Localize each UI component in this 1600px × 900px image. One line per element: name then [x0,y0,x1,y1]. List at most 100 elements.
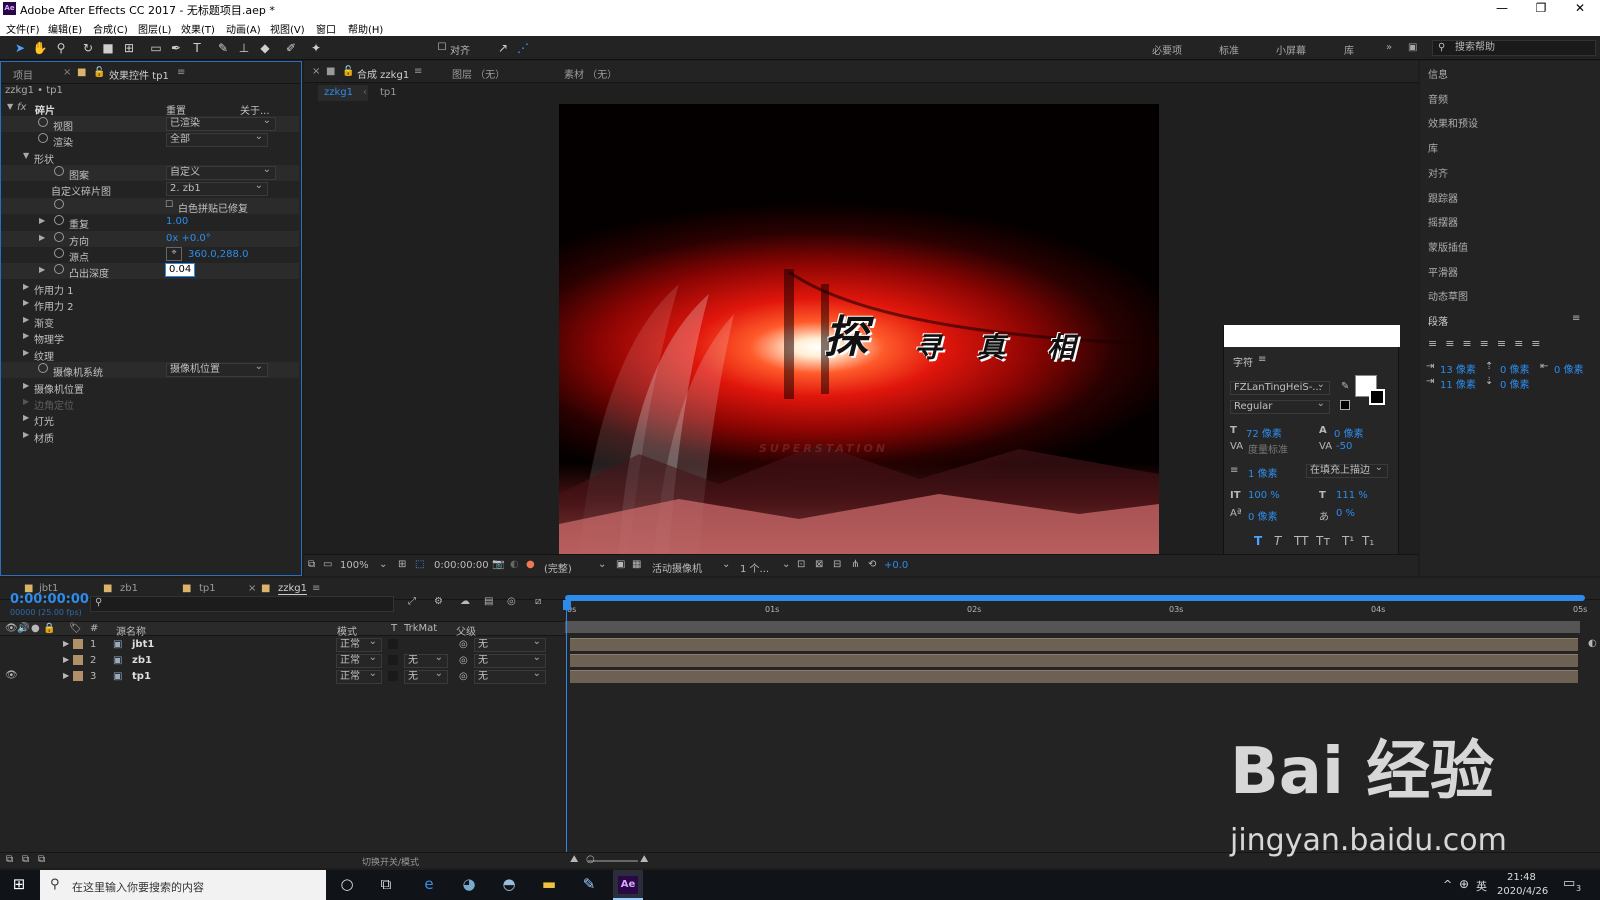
tab-tp1[interactable]: tp1 [199,583,216,594]
font-style-dropdown[interactable]: Regular [1230,398,1330,414]
black-swatch[interactable] [1340,400,1350,410]
font-family-dropdown[interactable]: FZLanTingHeiS-... [1230,379,1330,395]
workspace-menu-icon[interactable]: ▣ [1408,42,1417,53]
motion-blur-icon[interactable]: ◎ [507,596,516,607]
region-of-interest-icon[interactable]: ⬚ [415,559,424,570]
layer-search-input[interactable]: ⚲ [90,596,394,612]
indent-right-value[interactable]: 0 像素 [1554,361,1584,376]
font-size-value[interactable]: 72 像素 [1246,425,1282,440]
type-tool-icon[interactable]: T [189,40,205,56]
more-workspaces-icon[interactable]: » [1386,42,1392,53]
lock-icon[interactable]: 🔓 [342,66,354,77]
zoom-slider-handle-icon[interactable]: ○ [586,854,595,865]
direction-value[interactable]: 0x +0.0° [166,233,211,244]
network-icon[interactable]: ⊕ [1459,877,1469,891]
app-icon-2[interactable]: ◓ [498,875,520,895]
layer-row-1[interactable]: ▶ 1 ▣ jbt1 正常 ◎ 无 [0,636,565,653]
expand-icon[interactable]: ▶ [23,348,29,357]
expand-icon[interactable]: ▶ [39,265,45,274]
panel-libraries[interactable]: 库 [1428,140,1438,155]
view-dropdown[interactable]: 已渲染 [166,115,276,131]
expand-icon[interactable]: ▶ [23,430,29,439]
search-help-input[interactable]: ⚲ 搜索帮助 [1432,40,1596,56]
panel-menu-icon[interactable]: ≡ [1258,354,1266,365]
zoom-tool-icon[interactable]: ⚲ [53,40,69,56]
menu-help[interactable]: 帮助(H) [348,21,383,36]
rectangle-tool-icon[interactable]: ▭ [148,40,164,56]
parent-dropdown[interactable]: 无 [474,652,546,668]
panel-mask-interpolation[interactable]: 蒙版插值 [1428,239,1468,254]
channel-icon[interactable]: ● [526,559,535,570]
current-time-display[interactable]: 0:00:00:00 [434,560,489,571]
pen-tool-icon[interactable]: ✒ [168,40,184,56]
solo-icon[interactable]: ● [31,623,40,634]
eyedropper-icon[interactable]: ✎ [1341,381,1349,392]
label-icon[interactable]: 🏷 [69,623,82,634]
edge-browser-icon[interactable]: e [418,875,440,895]
after-effects-taskbar-icon[interactable]: Ae [613,870,643,900]
subtab-tp1[interactable]: tp1 [380,87,397,98]
label-color-swatch[interactable] [73,671,83,681]
layer-bar-2[interactable] [570,654,1578,667]
comp-mini-flowchart-icon[interactable]: ⤢ [408,596,416,607]
toggle-pixel-aspect-icon[interactable]: ⊡ [797,559,805,570]
custom-map-dropdown[interactable]: 2. zb1 [166,180,268,196]
zoom-in-icon[interactable]: ⛰ [640,854,648,865]
layer-bar-1[interactable] [570,638,1578,651]
panel-tracker[interactable]: 跟踪器 [1428,190,1458,205]
expand-icon[interactable]: ▶ [23,397,29,406]
character-panel-titlebar[interactable] [1224,325,1400,347]
layer-name[interactable]: zb1 [132,655,152,666]
close-icon[interactable]: ✕ [1565,1,1595,15]
stroke-color-swatch[interactable] [1369,389,1385,405]
tab-footage[interactable]: 素材 （无） [564,66,617,81]
panel-menu-icon[interactable]: ≡ [312,583,320,594]
file-explorer-icon[interactable]: ▬ [538,875,560,895]
extrusion-depth-input[interactable]: 0.04 [165,263,195,277]
in-out-toggle-icon[interactable]: ⧉ [38,854,45,865]
expand-icon[interactable]: ▶ [23,282,29,291]
fast-draft-icon[interactable]: ⊠ [815,559,823,570]
stopwatch-icon[interactable] [54,215,64,225]
fast-preview-icon[interactable]: ▣ [616,559,625,570]
space-before-value[interactable]: 0 像素 [1500,361,1530,376]
panel-smoother[interactable]: 平滑器 [1428,264,1458,279]
snapshot-toggle-icon[interactable]: ⧉ [308,559,315,570]
layer-switches-toggle-icon[interactable]: ⧉ [6,854,13,865]
expand-icon[interactable]: ▶ [23,331,29,340]
modes-toggle-icon[interactable]: ⧉ [22,854,29,865]
column-parent[interactable]: 父级 [456,623,476,638]
pickwhip-icon[interactable]: ◎ [459,671,468,682]
view-layout-dropdown[interactable]: 1 个... [740,560,769,575]
column-trkmat[interactable]: TrkMat [404,623,437,634]
subtab-zzkg1[interactable]: zzkg1 [318,85,368,101]
tab-zzkg1[interactable]: zzkg1 [278,583,307,595]
layer-switch-icon[interactable]: ◐ [1588,638,1597,649]
faux-italic-button[interactable]: T [1274,534,1281,548]
tracking-value[interactable]: -50 [1336,441,1352,452]
pickwhip-icon[interactable]: ◎ [459,655,468,666]
monitor-icon[interactable]: ▭ [323,559,332,570]
trkmat-dropdown[interactable]: 无 [404,652,448,668]
leading-value[interactable]: 0 像素 [1334,425,1364,440]
parent-dropdown[interactable]: 无 [474,636,546,652]
expand-icon[interactable]: ▶ [39,216,45,225]
clone-stamp-tool-icon[interactable]: ⊥ [236,40,252,56]
resolution-dropdown[interactable]: (完整) [544,560,572,575]
paragraph-align-buttons[interactable]: ≡≡≡≡≡≡≡ [1428,337,1549,350]
preserve-transparency-checkbox[interactable] [388,655,398,665]
layer-name[interactable]: jbt1 [132,639,154,650]
workspace-library[interactable]: 库 [1344,42,1354,57]
baseline-shift-value[interactable]: 0 像素 [1248,508,1278,523]
repetitions-value[interactable]: 1.00 [166,216,188,227]
audio-toggle-icon[interactable]: 🔊 [17,623,29,634]
label-color-swatch[interactable] [73,639,83,649]
hand-tool-icon[interactable]: ✋ [32,40,48,56]
panel-menu-icon[interactable]: ≡ [177,67,185,78]
menu-file[interactable]: 文件(F) [6,21,40,36]
restore-icon[interactable]: ❐ [1526,1,1556,15]
expand-icon[interactable]: ▶ [39,233,45,242]
time-ruler[interactable]: 0s 01s 02s 03s 04s 05s [565,603,1587,621]
snap-grid-icon[interactable]: ⋰ [515,40,531,56]
work-area-bar[interactable] [565,595,1585,601]
